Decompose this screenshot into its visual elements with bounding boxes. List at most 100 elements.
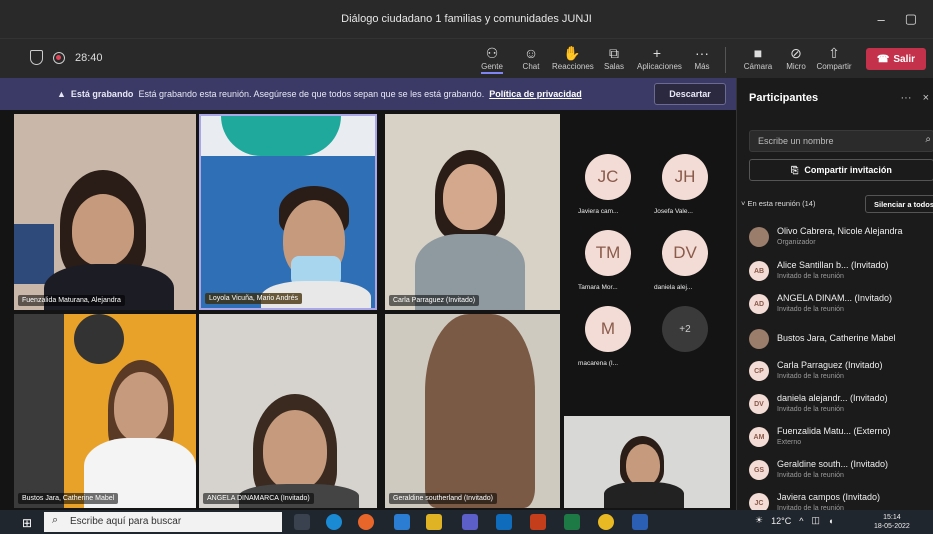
people-icon: ⚇: [485, 45, 499, 61]
reactions-icon: ✋: [563, 45, 581, 61]
taskbar-clock[interactable]: 15:14 18-05-2022: [874, 513, 910, 531]
rooms-icon: ⧉: [609, 45, 619, 61]
mic-off-icon: ⊘: [790, 45, 802, 61]
participant-row[interactable]: AD ANGELA DINAM... (Invitado) Invitado d…: [749, 291, 933, 321]
teams-icon[interactable]: [462, 514, 478, 530]
windows-taskbar: ⊞ ⌕ Escribe aquí para buscar ☀ 12°C ^ ◫ …: [0, 510, 933, 534]
panel-header-actions: ··· ×: [901, 92, 930, 104]
toolbar-divider: [725, 47, 726, 73]
firefox-icon[interactable]: [358, 514, 374, 530]
participant-row[interactable]: CP Carla Parraguez (Invitado) Invitado d…: [749, 358, 933, 388]
apps-icon: +: [652, 45, 662, 61]
video-tile[interactable]: Fuenzalida Maturana, Alejandra: [14, 114, 196, 310]
taskbar-search-input[interactable]: ⌕ Escribe aquí para buscar: [44, 512, 282, 532]
share-button[interactable]: ⇧ Compartir: [814, 44, 854, 71]
avatar: AB: [749, 261, 769, 281]
panel-close-button[interactable]: ×: [923, 92, 929, 104]
minimize-button[interactable]: –: [877, 12, 884, 27]
excel-icon[interactable]: [564, 514, 580, 530]
participant-row[interactable]: Bustos Jara, Catherine Mabel: [749, 326, 933, 356]
avatar-label: macarena (I...: [578, 360, 619, 367]
window-title: Diálogo ciudadano 1 familias y comunidad…: [341, 13, 592, 25]
apps-button[interactable]: + Aplicaciones: [637, 44, 682, 71]
weather-icon: ☀: [755, 515, 764, 525]
avatar: JC: [749, 493, 769, 510]
rooms-button[interactable]: ⧉ Salas: [594, 44, 634, 71]
file-explorer-icon[interactable]: [426, 514, 442, 530]
windows-start-icon[interactable]: ⊞: [22, 516, 32, 530]
more-participants-avatar[interactable]: +2: [662, 306, 708, 352]
participant-avatar[interactable]: JH: [662, 154, 708, 200]
powerpoint-icon[interactable]: [530, 514, 546, 530]
camera-button[interactable]: ■ Cámara: [738, 44, 778, 71]
leave-button[interactable]: ☎ Salir: [866, 48, 926, 70]
panel-title: Participantes: [749, 92, 819, 104]
shield-icon: [30, 50, 43, 65]
phone-icon: ☎: [876, 53, 890, 65]
share-invitation-button[interactable]: ⎘ Compartir invitación: [749, 159, 933, 181]
video-tile[interactable]: Carla Parraguez (Invitado): [385, 114, 560, 310]
chevron-up-icon[interactable]: ^: [799, 516, 803, 526]
video-tile[interactable]: ANGELA DINAMARCA (Invitado): [199, 314, 377, 508]
avatar: [749, 329, 769, 349]
video-tile[interactable]: Bustos Jara, Catherine Mabel: [14, 314, 196, 508]
warning-icon: ▲: [57, 89, 66, 99]
system-tray: ☀ 12°C ^ ◫ ◖: [755, 515, 833, 526]
network-icon[interactable]: ◫: [811, 515, 820, 526]
video-tile[interactable]: Geraldine southerland (Invitado): [385, 314, 560, 508]
share-icon: ⎘: [791, 164, 799, 175]
participant-name: Loyola Vicuña, Mario Andrés: [205, 293, 302, 304]
chat-icon: ☺: [523, 45, 539, 61]
panel-more-button[interactable]: ···: [901, 92, 912, 104]
task-view-icon[interactable]: [294, 514, 310, 530]
meeting-timer: 28:40: [75, 51, 103, 64]
window-controls: – ▢: [877, 0, 933, 38]
participant-row[interactable]: JC Javiera campos (Invitado) Invitado de…: [749, 490, 933, 510]
participant-name: Fuenzalida Maturana, Alejandra: [18, 295, 125, 306]
search-icon: ⌕: [52, 514, 59, 526]
outlook-icon[interactable]: [496, 514, 512, 530]
avatar: GS: [749, 460, 769, 480]
participant-row[interactable]: AM Fuenzalida Matu... (Externo) Externo: [749, 424, 933, 454]
participants-panel: Participantes ··· × Escribe un nombre ⌕ …: [736, 78, 933, 510]
video-stage: Fuenzalida Maturana, Alejandra Loyola Vi…: [0, 110, 736, 510]
in-meeting-section[interactable]: ˅ En esta reunión (14): [741, 199, 815, 208]
recording-icon: [53, 51, 65, 64]
privacy-policy-link[interactable]: Política de privacidad: [489, 89, 582, 99]
dismiss-button[interactable]: Descartar: [654, 83, 726, 105]
meeting-status: 28:40: [30, 50, 103, 65]
participant-avatar[interactable]: TM: [585, 230, 631, 276]
volume-icon[interactable]: ◖: [828, 516, 833, 526]
avatar: AM: [749, 427, 769, 447]
video-tile[interactable]: Loyola Vicuña, Mario Andrés: [199, 114, 377, 310]
reactions-button[interactable]: ✋ Reacciones: [552, 44, 594, 71]
more-button[interactable]: ··· Más: [682, 44, 722, 71]
participant-row[interactable]: GS Geraldine south... (Invitado) Invitad…: [749, 457, 933, 487]
word-icon[interactable]: [632, 514, 648, 530]
chevron-down-icon: ˅: [741, 199, 746, 208]
participant-row[interactable]: AB Alice Santillan b... (Invitado) Invit…: [749, 258, 933, 288]
temperature: 12°C: [771, 515, 792, 526]
camera-icon: ■: [753, 45, 763, 61]
participant-row[interactable]: Olivo Cabrera, Nicole Alejandra Organiza…: [749, 224, 933, 254]
avatar: CP: [749, 361, 769, 381]
participant-search-input[interactable]: Escribe un nombre ⌕: [749, 130, 933, 152]
avatar-label: Josefa Vale...: [654, 208, 693, 215]
maximize-button[interactable]: ▢: [905, 11, 917, 27]
participant-avatar[interactable]: DV: [662, 230, 708, 276]
self-video-tile[interactable]: [564, 416, 730, 508]
participant-avatar[interactable]: JC: [585, 154, 631, 200]
more-icon: ···: [695, 45, 709, 61]
share-icon: ⇧: [828, 45, 840, 61]
recording-banner-title: Está grabando: [70, 89, 134, 99]
people-button[interactable]: ⚇ Gente: [472, 44, 512, 74]
chrome-icon[interactable]: [598, 514, 614, 530]
edge-icon[interactable]: [326, 514, 342, 530]
zoom-icon[interactable]: [394, 514, 410, 530]
participant-row[interactable]: DV daniela alejandr... (Invitado) Invita…: [749, 391, 933, 421]
mute-all-button[interactable]: Silenciar a todos: [865, 195, 933, 213]
mic-button[interactable]: ⊘ Micro: [776, 44, 816, 71]
chat-button[interactable]: ☺ Chat: [511, 44, 551, 71]
participant-avatar[interactable]: M: [585, 306, 631, 352]
participant-name: Bustos Jara, Catherine Mabel: [18, 493, 119, 504]
